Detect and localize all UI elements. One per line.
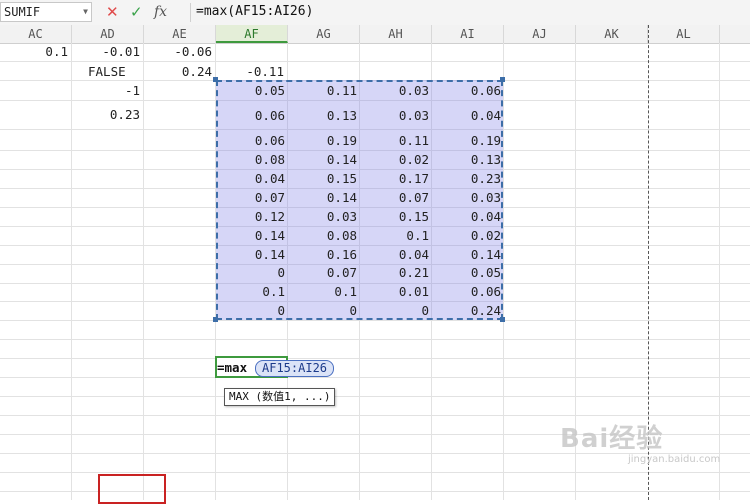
cell-ai-22[interactable]: 0.02 bbox=[432, 228, 501, 243]
cell-af-21[interactable]: 0.12 bbox=[216, 209, 285, 224]
close-icon[interactable]: ✕ bbox=[106, 3, 119, 21]
cell-ah-19[interactable]: 0.17 bbox=[360, 171, 429, 186]
cell-ae-1[interactable]: -0.06 bbox=[144, 44, 212, 59]
cell-ai-21[interactable]: 0.04 bbox=[432, 209, 501, 224]
watermark-logo: Bai经验 bbox=[560, 424, 664, 454]
cell-ai-24[interactable]: 0.05 bbox=[432, 265, 501, 280]
cell-af-19[interactable]: 0.04 bbox=[216, 171, 285, 186]
cell-ag-15[interactable]: 0.11 bbox=[288, 83, 357, 98]
column-header-al[interactable]: AL bbox=[648, 25, 720, 43]
column-header-ak[interactable]: AK bbox=[576, 25, 648, 43]
cell-ai-15[interactable]: 0.06 bbox=[432, 83, 501, 98]
formula-bar-divider bbox=[190, 3, 191, 22]
cell-ag-16[interactable]: 0.13 bbox=[288, 108, 357, 123]
cell-ag-17[interactable]: 0.19 bbox=[288, 133, 357, 148]
cell-ai-17[interactable]: 0.19 bbox=[432, 133, 501, 148]
cell-ag-20[interactable]: 0.14 bbox=[288, 190, 357, 205]
cell-ae-2[interactable]: 0.24 bbox=[144, 64, 212, 79]
cell-ai-23[interactable]: 0.14 bbox=[432, 247, 501, 262]
cell-ah-20[interactable]: 0.07 bbox=[360, 190, 429, 205]
cell-ag-23[interactable]: 0.16 bbox=[288, 247, 357, 262]
cell-ai-26[interactable]: 0.24 bbox=[432, 303, 501, 318]
watermark-url: jingyan.baidu.com bbox=[628, 454, 721, 465]
formula-input[interactable]: =max(AF15:AI26) bbox=[196, 2, 313, 22]
cell-af-22[interactable]: 0.14 bbox=[216, 228, 285, 243]
cell-ah-17[interactable]: 0.11 bbox=[360, 133, 429, 148]
cell-ai-19[interactable]: 0.23 bbox=[432, 171, 501, 186]
cell-ad-4[interactable]: 0.23 bbox=[72, 107, 140, 122]
cell-ag-26[interactable]: 0 bbox=[288, 303, 357, 318]
cell-af-16[interactable]: 0.06 bbox=[216, 108, 285, 123]
cell-ah-15[interactable]: 0.03 bbox=[360, 83, 429, 98]
column-header-af[interactable]: AF bbox=[216, 25, 288, 43]
column-header-ae[interactable]: AE bbox=[144, 25, 216, 43]
range-reference-pill[interactable]: AF15:AI26 bbox=[255, 360, 335, 377]
cell-af-25[interactable]: 0.1 bbox=[216, 284, 285, 299]
chevron-down-icon[interactable]: ▼ bbox=[83, 3, 88, 21]
column-header-aj[interactable]: AJ bbox=[504, 25, 576, 43]
cell-ah-26[interactable]: 0 bbox=[360, 303, 429, 318]
column-header-ah[interactable]: AH bbox=[360, 25, 432, 43]
cell-ac-1[interactable]: 0.1 bbox=[0, 44, 68, 59]
cell-ad-2[interactable]: FALSE bbox=[88, 64, 148, 79]
cell-ah-23[interactable]: 0.04 bbox=[360, 247, 429, 262]
column-header-row: AC AD AE AF AG AH AI AJ AK AL bbox=[0, 25, 750, 44]
cell-ai-20[interactable]: 0.03 bbox=[432, 190, 501, 205]
cell-ag-19[interactable]: 0.15 bbox=[288, 171, 357, 186]
check-icon[interactable]: ✓ bbox=[130, 3, 143, 21]
selection-handle[interactable] bbox=[500, 77, 505, 82]
formula-bar: SUMIF ▼ ✕ ✓ fx =max(AF15:AI26) bbox=[0, 0, 750, 26]
cell-ag-25[interactable]: 0.1 bbox=[288, 284, 357, 299]
cell-af-17[interactable]: 0.06 bbox=[216, 133, 285, 148]
edit-function-text: =max bbox=[217, 360, 248, 375]
cell-ah-22[interactable]: 0.1 bbox=[360, 228, 429, 243]
cell-ag-18[interactable]: 0.14 bbox=[288, 152, 357, 167]
cell-af-2[interactable]: -0.11 bbox=[216, 64, 284, 79]
cell-af-18[interactable]: 0.08 bbox=[216, 152, 285, 167]
cell-ah-16[interactable]: 0.03 bbox=[360, 108, 429, 123]
function-icon[interactable]: fx bbox=[154, 3, 167, 21]
cell-ah-21[interactable]: 0.15 bbox=[360, 209, 429, 224]
cell-ai-25[interactable]: 0.06 bbox=[432, 284, 501, 299]
watermark: Bai经验 jingyan.baidu.com bbox=[560, 418, 720, 465]
cell-af-26[interactable]: 0 bbox=[216, 303, 285, 318]
cell-af-20[interactable]: 0.07 bbox=[216, 190, 285, 205]
cell-af-24[interactable]: 0 bbox=[216, 265, 285, 280]
cell-ai-18[interactable]: 0.13 bbox=[432, 152, 501, 167]
selection-handle[interactable] bbox=[213, 77, 218, 82]
cell-af-23[interactable]: 0.14 bbox=[216, 247, 285, 262]
cell-ah-24[interactable]: 0.21 bbox=[360, 265, 429, 280]
cell-ag-22[interactable]: 0.08 bbox=[288, 228, 357, 243]
name-box[interactable]: SUMIF ▼ bbox=[0, 2, 92, 22]
cell-ag-24[interactable]: 0.07 bbox=[288, 265, 357, 280]
column-header-ad[interactable]: AD bbox=[72, 25, 144, 43]
column-header-ag[interactable]: AG bbox=[288, 25, 360, 43]
name-box-value: SUMIF bbox=[4, 5, 41, 19]
function-tooltip: MAX (数值1, ...) bbox=[224, 388, 336, 406]
cell-ad-1[interactable]: -0.01 bbox=[72, 44, 140, 59]
column-header-ai[interactable]: AI bbox=[432, 25, 504, 43]
cell-ai-16[interactable]: 0.04 bbox=[432, 108, 501, 123]
cell-ah-25[interactable]: 0.01 bbox=[360, 284, 429, 299]
cell-af-15[interactable]: 0.05 bbox=[216, 83, 285, 98]
column-header-ac[interactable]: AC bbox=[0, 25, 72, 43]
cell-ah-18[interactable]: 0.02 bbox=[360, 152, 429, 167]
cell-ad-3[interactable]: -1 bbox=[72, 83, 140, 98]
cell-ag-21[interactable]: 0.03 bbox=[288, 209, 357, 224]
